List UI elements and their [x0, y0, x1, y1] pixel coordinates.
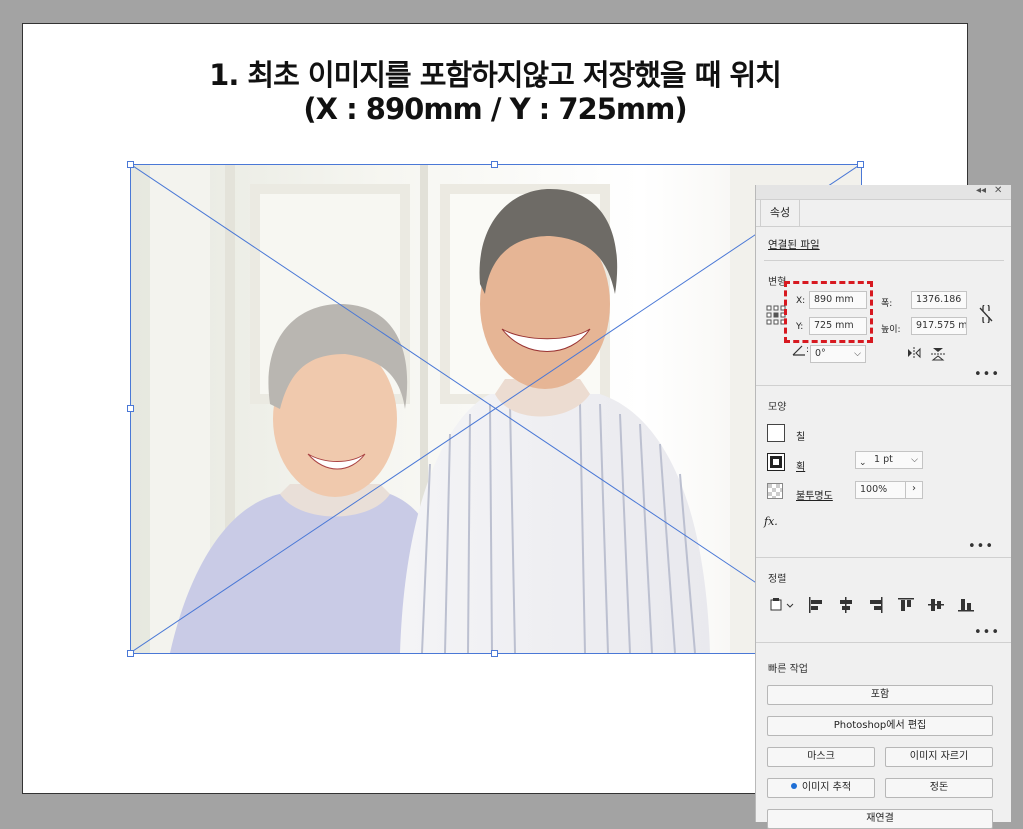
- stroke-swatch[interactable]: [767, 453, 785, 471]
- opacity-checker-icon: [767, 483, 783, 499]
- fill-swatch[interactable]: [767, 424, 785, 442]
- quick-actions-section-title: 빠른 작업: [768, 664, 808, 675]
- embed-button[interactable]: 포함: [767, 685, 993, 705]
- crop-image-button[interactable]: 이미지 자르기: [885, 747, 993, 767]
- divider: [756, 385, 1011, 386]
- stepper-icon[interactable]: ⌃ ⌄: [859, 452, 867, 468]
- stroke-weight-field[interactable]: ⌃ ⌄ 1 pt ⌵: [855, 451, 923, 469]
- flip-horizontal-icon[interactable]: [906, 347, 922, 359]
- handle-top-left: [127, 161, 134, 168]
- close-icon[interactable]: ✕: [994, 185, 1002, 196]
- align-more-button[interactable]: •••: [974, 626, 1000, 639]
- relink-button[interactable]: 재연결: [767, 809, 993, 829]
- linked-file-link[interactable]: 연결된 파일: [768, 237, 820, 252]
- align-bottom-icon[interactable]: [958, 597, 974, 613]
- flip-vertical-icon[interactable]: [931, 347, 945, 361]
- xy-highlight-box: [784, 281, 873, 343]
- divider: [756, 557, 1011, 558]
- image-trace-button[interactable]: 이미지 추적: [767, 778, 875, 798]
- chevron-down-icon[interactable]: ⌵: [854, 346, 861, 362]
- image-trace-label: 이미지 추적: [801, 782, 852, 793]
- height-field[interactable]: 917.575 m: [911, 317, 967, 335]
- tab-divider: [756, 226, 1011, 227]
- align-right-icon[interactable]: [868, 597, 884, 613]
- arrange-button[interactable]: 정돈: [885, 778, 993, 798]
- trace-dot-icon: [790, 783, 797, 789]
- align-to-selection-icon[interactable]: [770, 597, 796, 613]
- angle-value: 0°: [815, 348, 826, 359]
- handle-bottom-left: [127, 650, 134, 657]
- align-horizontal-center-icon[interactable]: [838, 597, 854, 613]
- handle-bottom-center: [491, 650, 498, 657]
- divider: [764, 260, 1004, 261]
- align-vertical-center-icon[interactable]: [928, 597, 944, 613]
- opacity-label[interactable]: 불투명도: [796, 487, 833, 502]
- mask-button[interactable]: 마스크: [767, 747, 875, 767]
- chevron-down-icon[interactable]: ⌵: [911, 452, 918, 468]
- handle-top-right: [857, 161, 864, 168]
- rotate-angle-icon: [792, 345, 805, 356]
- opacity-value: 100%: [860, 484, 888, 495]
- reference-point-icon[interactable]: [766, 305, 786, 325]
- stroke-weight-value: 1 pt: [874, 454, 893, 465]
- stroke-label[interactable]: 획: [796, 458, 805, 473]
- appearance-more-button[interactable]: •••: [968, 540, 994, 553]
- constrain-proportions-icon[interactable]: [978, 305, 994, 323]
- divider: [756, 642, 1011, 643]
- transform-more-button[interactable]: •••: [974, 368, 1000, 381]
- handle-top-center: [491, 161, 498, 168]
- angle-label: :: [806, 345, 810, 355]
- tab-properties[interactable]: 속성: [760, 199, 800, 227]
- edit-in-photoshop-button[interactable]: Photoshop에서 편집: [767, 716, 993, 736]
- handle-middle-left: [127, 405, 134, 412]
- align-top-icon[interactable]: [898, 597, 914, 613]
- panel-titlebar: ◂◂ ✕: [756, 185, 1011, 200]
- opacity-field[interactable]: 100% ›: [855, 481, 923, 499]
- align-left-icon[interactable]: [808, 597, 824, 613]
- appearance-section-title: 모양: [768, 402, 787, 413]
- width-label: 폭:: [881, 299, 893, 309]
- angle-field[interactable]: 0° ⌵: [810, 345, 866, 363]
- width-field[interactable]: 1376.186: [911, 291, 967, 309]
- align-section-title: 정렬: [768, 574, 787, 585]
- chevron-right-icon[interactable]: ›: [905, 482, 922, 498]
- collapse-icon[interactable]: ◂◂: [976, 185, 986, 196]
- fx-effects-button[interactable]: fx.: [764, 515, 778, 528]
- height-label: 높이:: [881, 325, 901, 335]
- fill-label: 칠: [796, 432, 806, 443]
